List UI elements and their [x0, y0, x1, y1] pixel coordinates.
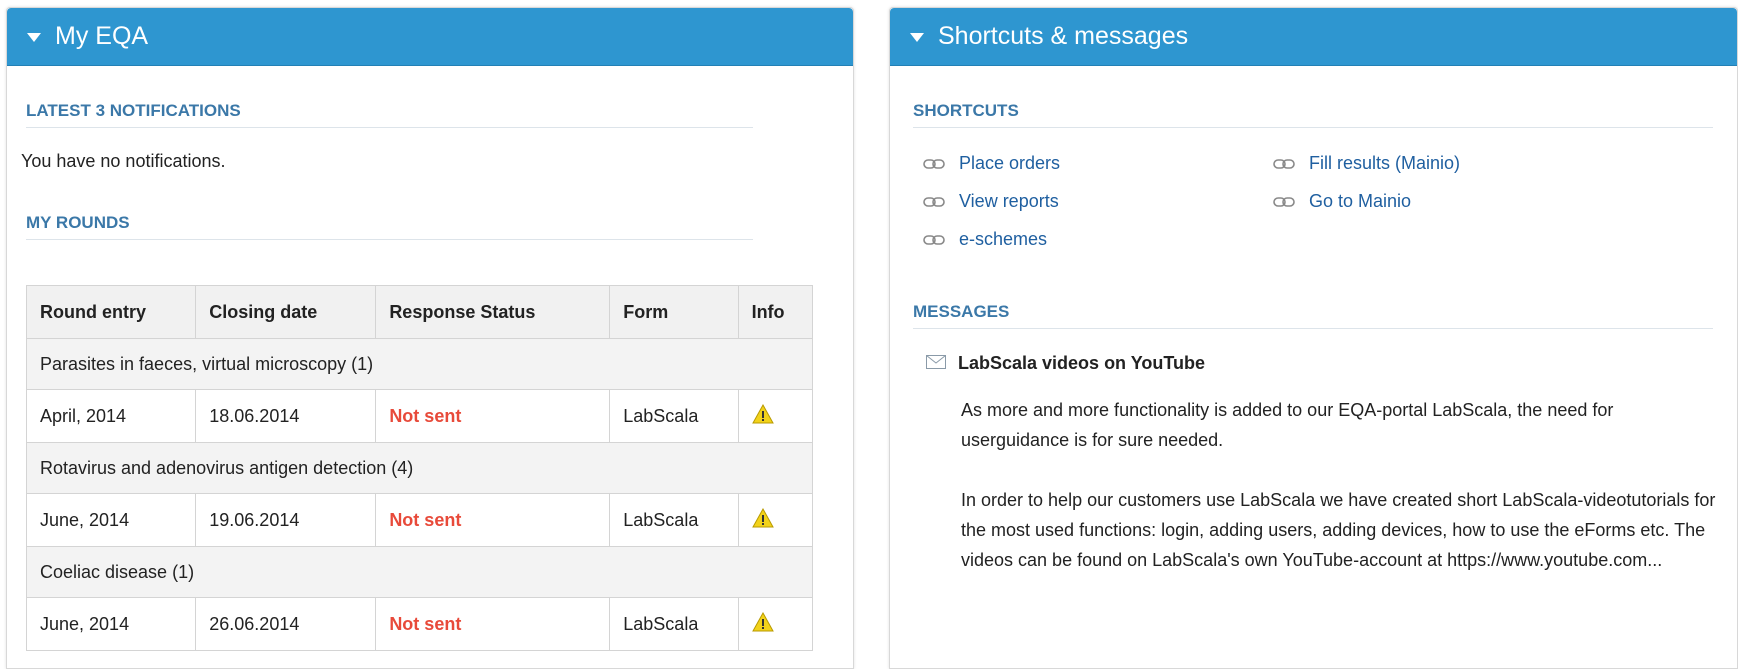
shortcut-go-to-mainio[interactable]: Go to Mainio	[1273, 191, 1411, 212]
shortcut-view-reports[interactable]: View reports	[923, 191, 1059, 212]
rounds-heading: MY ROUNDS	[26, 213, 753, 240]
message-title-text[interactable]: LabScala videos on YouTube	[958, 353, 1205, 374]
message-paragraph-1: As more and more functionality is added …	[961, 400, 1614, 450]
rounds-table: Round entry Closing date Response Status…	[25, 285, 814, 651]
col-closing-date: Closing date	[195, 285, 377, 339]
form-name: LabScala	[609, 597, 739, 651]
table-group-row: Rotavirus and adenovirus antigen detecti…	[26, 442, 813, 494]
shortcut-label[interactable]: Place orders	[959, 153, 1060, 174]
closing-date: 26.06.2014	[195, 597, 377, 651]
response-status: Not sent	[375, 597, 611, 651]
col-form: Form	[609, 285, 739, 339]
shortcut-place-orders[interactable]: Place orders	[923, 153, 1060, 174]
form-name: LabScala	[609, 389, 739, 443]
shortcut-label[interactable]: Fill results (Mainio)	[1309, 153, 1460, 174]
message-paragraph-2: In order to help our customers use LabSc…	[961, 490, 1716, 570]
collapse-triangle-icon[interactable]	[27, 33, 41, 42]
table-row[interactable]: April, 2014 18.06.2014 Not sent LabScala	[25, 389, 814, 443]
panel-title: Shortcuts & messages	[938, 22, 1189, 50]
warning-icon[interactable]	[751, 403, 774, 429]
notifications-heading: LATEST 3 NOTIFICATIONS	[26, 101, 753, 128]
panel-title: My EQA	[55, 22, 149, 50]
group-name: Coeliac disease (1)	[26, 546, 813, 598]
response-status: Not sent	[375, 493, 611, 547]
table-header-row: Round entry Closing date Response Status…	[25, 285, 814, 339]
warning-icon[interactable]	[751, 507, 774, 533]
table-group-row: Parasites in faeces, virtual microscopy …	[26, 338, 813, 390]
col-info: Info	[737, 285, 814, 339]
table-row[interactable]: June, 2014 19.06.2014 Not sent LabScala	[25, 493, 814, 547]
closing-date: 18.06.2014	[195, 389, 377, 443]
warning-icon[interactable]	[751, 611, 774, 637]
round-entry[interactable]: June, 2014	[25, 597, 197, 651]
form-name: LabScala	[609, 493, 739, 547]
my-eqa-panel: My EQA LATEST 3 NOTIFICATIONS You have n…	[6, 7, 854, 669]
notifications-text: You have no notifications.	[21, 151, 226, 171]
chain-link-icon	[923, 191, 945, 212]
envelope-icon	[926, 353, 946, 374]
my-eqa-header[interactable]: My EQA	[7, 8, 853, 66]
round-entry[interactable]: April, 2014	[25, 389, 197, 443]
collapse-triangle-icon[interactable]	[910, 33, 924, 42]
closing-date: 19.06.2014	[195, 493, 377, 547]
message-title[interactable]: LabScala videos on YouTube	[926, 353, 1205, 374]
table-row[interactable]: June, 2014 26.06.2014 Not sent LabScala	[25, 597, 814, 651]
shortcut-e-schemes[interactable]: e-schemes	[923, 229, 1047, 250]
info-cell[interactable]	[737, 597, 814, 651]
table-group-row: Coeliac disease (1)	[26, 546, 813, 598]
shortcuts-messages-header[interactable]: Shortcuts & messages	[890, 8, 1737, 66]
shortcuts-heading: SHORTCUTS	[913, 101, 1713, 128]
chain-link-icon	[923, 153, 945, 174]
chain-link-icon	[923, 229, 945, 250]
shortcut-label[interactable]: e-schemes	[959, 229, 1047, 250]
response-status: Not sent	[375, 389, 611, 443]
chain-link-icon	[1273, 153, 1295, 174]
round-entry[interactable]: June, 2014	[25, 493, 197, 547]
group-name: Parasites in faeces, virtual microscopy …	[26, 338, 813, 390]
shortcuts-messages-panel: Shortcuts & messages SHORTCUTS Place ord…	[889, 7, 1738, 669]
group-name: Rotavirus and adenovirus antigen detecti…	[26, 442, 813, 494]
shortcut-fill-results[interactable]: Fill results (Mainio)	[1273, 153, 1460, 174]
messages-heading: MESSAGES	[913, 302, 1713, 329]
shortcut-label[interactable]: View reports	[959, 191, 1059, 212]
shortcut-label[interactable]: Go to Mainio	[1309, 191, 1411, 212]
info-cell[interactable]	[737, 389, 814, 443]
info-cell[interactable]	[737, 493, 814, 547]
col-round-entry: Round entry	[25, 285, 197, 339]
chain-link-icon	[1273, 191, 1295, 212]
col-response-status: Response Status	[375, 285, 611, 339]
